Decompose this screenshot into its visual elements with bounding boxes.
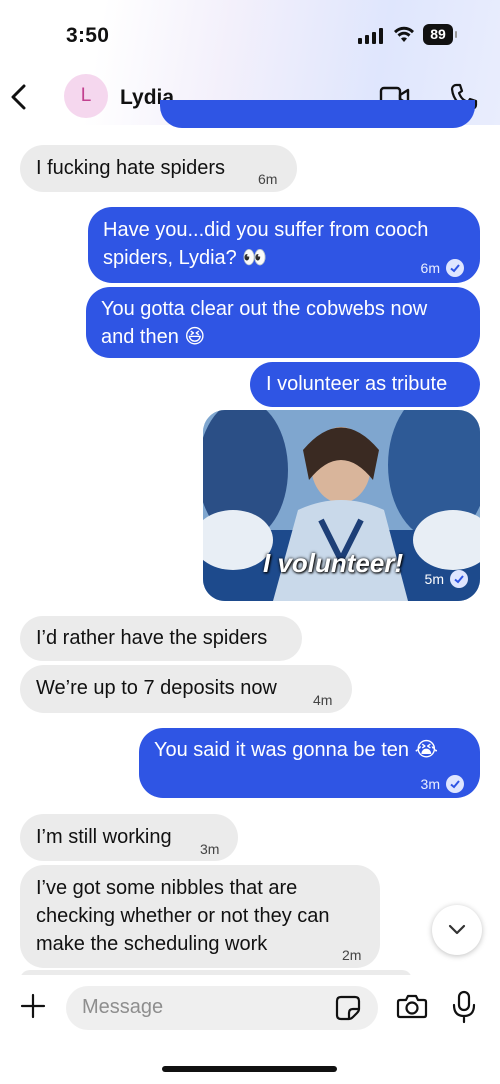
- message-timestamp: 6m: [258, 171, 278, 187]
- message-outgoing[interactable]: You gotta clear out the cobwebs now and …: [86, 287, 480, 358]
- avatar[interactable]: L: [64, 74, 108, 118]
- message-bubble-partial: [160, 100, 475, 128]
- message-timestamp: 3m: [421, 770, 464, 798]
- message-timestamp-value: 5m: [424, 570, 444, 587]
- message-input[interactable]: Message: [66, 986, 378, 1030]
- message-text: We’re up to 7 deposits now: [36, 677, 277, 699]
- message-incoming[interactable]: We’re up to 7 deposits now 4m: [20, 665, 352, 713]
- message-outgoing[interactable]: Have you...did you suffer from cooch spi…: [88, 207, 480, 283]
- message-text-line: and then 😆: [101, 326, 206, 348]
- gif-message[interactable]: I volunteer! 5m: [203, 410, 480, 601]
- read-receipt-icon: [450, 570, 468, 588]
- camera-icon[interactable]: [396, 992, 428, 1020]
- plus-icon[interactable]: [20, 993, 46, 1019]
- cellular-signal-icon: [358, 28, 383, 44]
- message-timestamp: 2m: [342, 947, 362, 963]
- message-text: You said it was gonna be ten 😭: [154, 739, 438, 761]
- message-timestamp: 4m: [313, 692, 333, 708]
- message-timestamp: 6m: [421, 254, 464, 282]
- scroll-to-bottom-button[interactable]: [432, 905, 482, 955]
- message-incoming[interactable]: I fucking hate spiders 6m: [20, 145, 297, 192]
- message-text-line: You gotta clear out the cobwebs now: [101, 298, 428, 320]
- message-timestamp-value: 6m: [420, 260, 440, 276]
- message-incoming[interactable]: I’ve got some nibbles that are checking …: [20, 865, 380, 968]
- chevron-down-icon: [448, 924, 466, 935]
- message-incoming[interactable]: I’m still working 3m: [20, 814, 238, 861]
- battery-indicator: 89: [423, 24, 457, 45]
- status-bar: 3:50 89: [0, 0, 500, 70]
- back-chevron-icon[interactable]: [10, 84, 28, 110]
- message-timestamp: 5m: [424, 570, 468, 589]
- status-time: 3:50: [66, 24, 110, 47]
- message-timestamp: 3m: [200, 841, 220, 857]
- gif-caption: I volunteer!: [263, 548, 404, 578]
- message-text: I’m still working: [36, 826, 172, 848]
- wifi-icon: [394, 26, 414, 42]
- message-text: I volunteer as tribute: [266, 373, 448, 395]
- message-timestamp-value: 3m: [420, 776, 440, 792]
- message-text-line: I’ve got some nibbles that are: [36, 877, 298, 899]
- message-text: I’d rather have the spiders: [36, 627, 268, 649]
- message-text: I fucking hate spiders: [36, 157, 225, 179]
- read-receipt-icon: [446, 259, 464, 278]
- home-indicator: [162, 1066, 337, 1072]
- message-outgoing[interactable]: I volunteer as tribute: [250, 362, 480, 407]
- message-text-line: checking whether or not they can: [36, 905, 330, 927]
- microphone-icon[interactable]: [451, 990, 477, 1024]
- message-incoming[interactable]: I’d rather have the spiders: [20, 616, 302, 661]
- sticker-icon[interactable]: [334, 994, 362, 1022]
- read-receipt-icon: [446, 775, 464, 794]
- message-text-line: Have you...did you suffer from cooch: [103, 219, 429, 241]
- message-text-line: make the scheduling work: [36, 933, 268, 955]
- message-outgoing[interactable]: You said it was gonna be ten 😭 3m: [139, 728, 480, 798]
